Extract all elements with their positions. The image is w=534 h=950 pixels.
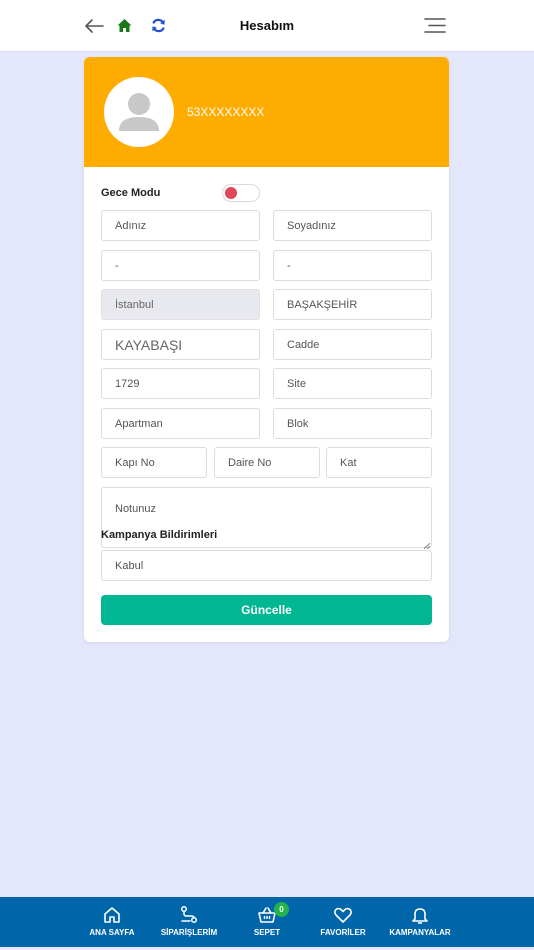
menu-icon[interactable] [424,17,446,34]
first-name-input[interactable]: Adınız [101,210,260,241]
bell-icon [412,908,428,924]
field-a-input[interactable]: - [101,250,260,281]
night-mode-label: Gece Modu [101,187,161,199]
flat-no-placeholder: Daire No [228,456,272,469]
last-name-input[interactable]: Soyadınız [273,210,432,241]
campaign-label: Kampanya Bildirimleri [101,529,218,541]
resize-handle-icon[interactable] [423,540,431,550]
field-b-input[interactable]: - [273,250,432,281]
door-no-input[interactable]: Kapı No [101,447,207,478]
door-no-placeholder: Kapı No [115,456,155,469]
neighborhood-select[interactable]: KAYABAŞI [101,329,260,360]
street-input[interactable]: Cadde [273,329,432,360]
flat-no-input[interactable]: Daire No [214,447,320,478]
back-arrow-icon[interactable] [83,16,105,36]
campaign-value: Kabul [115,559,144,572]
street-no-value: 1729 [115,377,140,390]
toggle-knob [225,187,237,199]
block-placeholder: Blok [287,417,309,430]
apartment-placeholder: Apartman [115,417,163,430]
update-button[interactable]: Güncelle [101,595,432,625]
page-title: Hesabım [239,18,295,33]
nav-campaigns[interactable]: KAMPANYALAR [380,897,460,947]
apartment-input[interactable]: Apartman [101,408,260,439]
field-b-value: - [287,259,291,272]
profile-header: 53XXXXXXXX [84,57,449,167]
last-name-placeholder: Soyadınız [287,219,336,232]
city-value: İstanbul [115,298,154,311]
sync-icon[interactable] [151,18,166,33]
floor-input[interactable]: Kat [326,447,432,478]
user-silhouette-icon [119,93,159,131]
campaign-select[interactable]: Kabul [101,550,432,581]
heart-icon [334,907,352,923]
nav-campaigns-label: KAMPANYALAR [389,928,451,937]
nav-home[interactable]: ANA SAYFA [72,897,152,947]
nav-orders-label: SİPARİŞLERİM [160,928,218,937]
first-name-placeholder: Adınız [115,219,147,232]
night-mode-toggle[interactable] [222,184,260,202]
nav-home-label: ANA SAYFA [89,928,135,937]
site-input[interactable]: Site [273,368,432,399]
street-placeholder: Cadde [287,338,320,351]
floor-placeholder: Kat [340,456,357,469]
home-icon[interactable] [117,18,132,33]
note-placeholder: Notunuz [115,503,156,515]
top-bar: Hesabım [0,0,534,52]
phone-number: 53XXXXXXXX [187,105,265,119]
district-value: BAŞAKŞEHİR [287,298,358,311]
block-input[interactable]: Blok [273,408,432,439]
nav-favorites-label: FAVORİLER [320,928,366,937]
profile-card: 53XXXXXXXX Gece Modu Adınız Soyadınız - … [84,57,449,642]
street-no-input[interactable]: 1729 [101,368,260,399]
field-a-value: - [115,259,119,272]
nav-cart-label: SEPET [253,928,281,937]
nav-orders[interactable]: SİPARİŞLERİM [149,897,229,947]
district-select[interactable]: BAŞAKŞEHİR [273,289,432,320]
route-icon [180,905,198,924]
cart-badge: 0 [274,902,289,917]
bottom-nav: ANA SAYFA SİPARİŞLERİM 0 SEPET FAVORİLER… [0,897,534,947]
home-outline-icon [104,907,120,923]
neighborhood-value: KAYABAŞI [115,336,183,353]
nav-cart[interactable]: 0 SEPET [227,897,307,947]
nav-favorites[interactable]: FAVORİLER [303,897,383,947]
avatar [104,77,174,147]
site-placeholder: Site [287,377,306,390]
city-select: İstanbul [101,289,260,320]
